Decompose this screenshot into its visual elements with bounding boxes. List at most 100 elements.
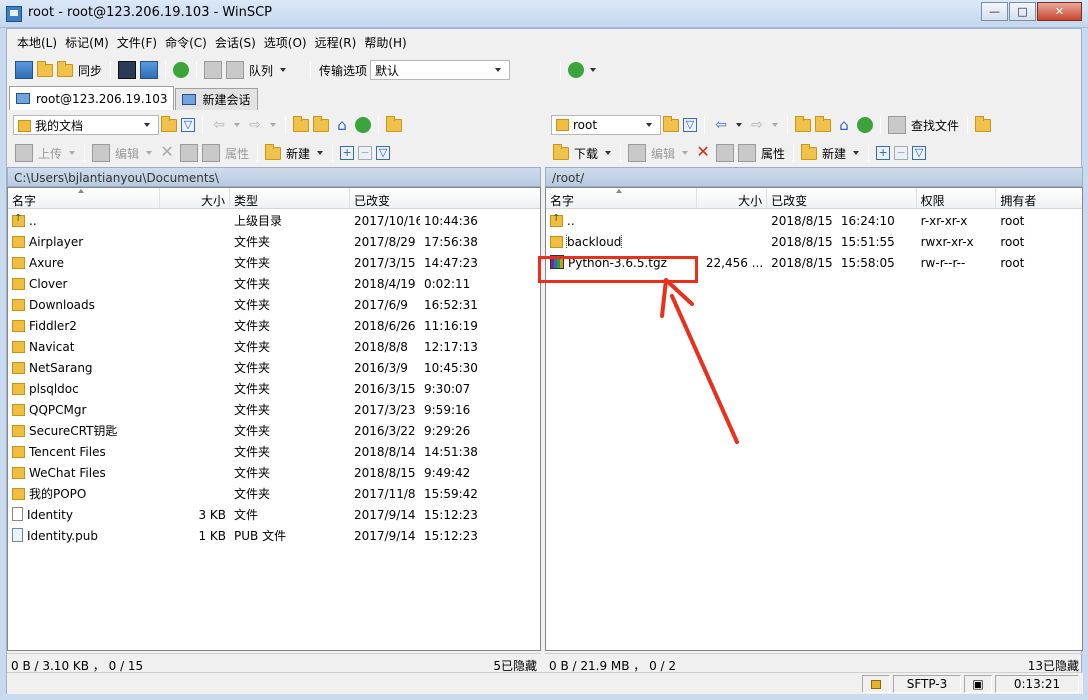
delete-icon[interactable]: ✕ [158, 144, 176, 162]
edit-icon[interactable] [92, 144, 111, 162]
tree-view-icon[interactable] [386, 115, 402, 132]
menu-command[interactable]: 命令(C) [161, 34, 211, 51]
back-arrow-icon[interactable]: ⇦ [712, 116, 730, 134]
column-name[interactable]: 名字 [546, 188, 698, 208]
refresh-icon[interactable] [355, 117, 371, 133]
table-row[interactable]: .. 上级目录 2017/10/16 10:44:36 [8, 210, 540, 231]
filter-icon[interactable]: ▽ [683, 118, 697, 132]
chevron-down-icon[interactable] [853, 151, 860, 155]
table-row[interactable]: Fiddler2 文件夹 2018/6/26 11:16:19 [8, 315, 540, 336]
column-type[interactable]: 类型 [230, 188, 350, 208]
new-folder-icon[interactable] [801, 143, 818, 160]
synchronize-icon[interactable] [57, 60, 73, 77]
menu-file[interactable]: 文件(F) [113, 34, 161, 51]
right-location-select[interactable]: root [551, 115, 661, 135]
settings-gear-icon[interactable] [204, 61, 223, 79]
queue-dropdown-icon[interactable] [280, 68, 287, 72]
column-rights[interactable]: 权限 [917, 188, 997, 208]
table-row[interactable]: SecureCRT钥匙 文件夹 2016/3/22 9:29:26 [8, 420, 540, 441]
filter-icon[interactable]: ▽ [181, 118, 195, 132]
menu-local[interactable]: 本地(L) [13, 34, 61, 51]
new-button[interactable]: 新建 [286, 145, 310, 162]
table-row[interactable]: NetSarang 文件夹 2016/3/9 10:45:30 [8, 357, 540, 378]
filter-select-icon[interactable]: ▽ [376, 146, 391, 160]
menu-session[interactable]: 会话(S) [211, 34, 260, 51]
home-directory-icon[interactable]: ⌂ [835, 116, 853, 134]
root-directory-icon[interactable] [313, 115, 329, 132]
table-row[interactable]: Downloads 文件夹 2017/6/9 16:52:31 [8, 294, 540, 315]
maximize-button[interactable]: □ [1009, 2, 1036, 21]
table-row[interactable]: Tencent Files 文件夹 2018/8/14 14:51:38 [8, 441, 540, 462]
queue-icon[interactable] [226, 61, 245, 79]
properties-icon[interactable] [738, 144, 757, 162]
edit-icon[interactable] [628, 144, 647, 162]
menu-help[interactable]: 帮助(H) [360, 34, 410, 51]
column-modified[interactable]: 已改变 [767, 188, 917, 208]
sync-browse-icon[interactable] [37, 60, 53, 77]
column-size[interactable]: 大小 [697, 188, 768, 208]
edit-button[interactable]: 编辑 [651, 145, 675, 162]
forward-arrow-icon[interactable]: ⇨ [748, 116, 766, 134]
forward-arrow-icon[interactable]: ⇨ [246, 116, 264, 134]
unselect-icon[interactable]: − [358, 146, 373, 160]
table-row[interactable]: .. 2018/8/15 16:24:10 r-xr-xr-x root [546, 210, 1082, 231]
parent-directory-icon[interactable] [293, 115, 309, 132]
root-directory-icon[interactable] [815, 115, 831, 132]
transfer-options-select[interactable]: 默认 [370, 60, 511, 80]
tree-view-icon[interactable] [975, 115, 992, 132]
select-all-icon[interactable]: + [876, 146, 891, 160]
tab-session-root[interactable]: root@123.206.19.103 [9, 86, 175, 110]
console-icon[interactable] [118, 61, 137, 79]
synchronize-button[interactable]: 同步 [78, 62, 102, 79]
chevron-down-icon[interactable] [605, 151, 612, 155]
table-row[interactable]: 我的POPO 文件夹 2017/11/8 15:59:42 [8, 483, 540, 504]
properties-button[interactable]: 属性 [225, 145, 249, 162]
find-files-icon[interactable] [888, 116, 906, 134]
table-row[interactable]: plsqldoc 文件夹 2016/3/15 9:30:07 [8, 378, 540, 399]
putty-icon[interactable] [140, 61, 159, 79]
open-directory-icon[interactable] [663, 115, 679, 132]
table-row[interactable]: Airplayer 文件夹 2017/8/29 17:56:38 [8, 231, 540, 252]
column-modified[interactable]: 已改变 [350, 188, 540, 208]
new-folder-icon[interactable] [265, 143, 282, 160]
left-location-select[interactable]: 我的文档 [13, 115, 159, 135]
select-all-icon[interactable]: + [340, 146, 355, 160]
left-path-bar[interactable]: C:\Users\bjlantianyou\Documents\ [7, 167, 541, 187]
new-button[interactable]: 新建 [822, 145, 846, 162]
chevron-down-icon[interactable] [146, 151, 153, 155]
network-globe-icon[interactable] [568, 62, 585, 78]
refresh-icon[interactable] [857, 117, 873, 133]
back-arrow-icon[interactable]: ⇦ [210, 116, 228, 134]
table-row[interactable]: Identity 3 KB 文件 2017/9/14 15:12:23 [8, 504, 540, 525]
compare-directories-icon[interactable] [15, 61, 33, 79]
download-button[interactable]: 下载 [574, 145, 598, 162]
chevron-down-icon[interactable] [590, 68, 597, 72]
chevron-down-icon[interactable] [736, 123, 742, 127]
right-path-bar[interactable]: /root/ [545, 167, 1083, 187]
filter-select-icon[interactable]: ▽ [912, 146, 927, 160]
table-row[interactable]: Clover 文件夹 2018/4/19 0:02:11 [8, 273, 540, 294]
menu-mark[interactable]: 标记(M) [61, 34, 113, 51]
table-row[interactable]: backloud 2018/8/15 15:51:55 rwxr-xr-x root [546, 231, 1082, 252]
queue-button[interactable]: 队列 [249, 62, 273, 79]
rename-icon[interactable] [716, 144, 735, 162]
chevron-down-icon[interactable] [69, 151, 76, 155]
edit-button[interactable]: 编辑 [115, 145, 139, 162]
parent-directory-icon[interactable] [795, 115, 811, 132]
upload-icon[interactable] [15, 144, 33, 162]
table-row[interactable]: Axure 文件夹 2017/3/15 14:47:23 [8, 252, 540, 273]
chevron-down-icon[interactable] [682, 151, 689, 155]
unselect-icon[interactable]: − [894, 146, 909, 160]
left-file-panel[interactable]: 名字 大小 类型 已改变 .. 上级目录 2017/10/16 10:44:36 Air… [7, 187, 541, 651]
tab-new-session[interactable]: 新建会话 [175, 88, 258, 110]
properties-icon[interactable] [202, 144, 221, 162]
table-row[interactable]: Navicat 文件夹 2018/8/8 12:17:13 [8, 336, 540, 357]
column-size[interactable]: 大小 [160, 188, 230, 208]
rename-icon[interactable] [180, 144, 199, 162]
table-row[interactable]: WeChat Files 文件夹 2018/8/15 9:49:42 [8, 462, 540, 483]
minimize-button[interactable]: — [981, 2, 1008, 21]
column-name[interactable]: 名字 [8, 188, 160, 208]
menu-options[interactable]: 选项(O) [260, 34, 311, 51]
chevron-down-icon[interactable] [317, 151, 324, 155]
properties-button[interactable]: 属性 [761, 145, 785, 162]
